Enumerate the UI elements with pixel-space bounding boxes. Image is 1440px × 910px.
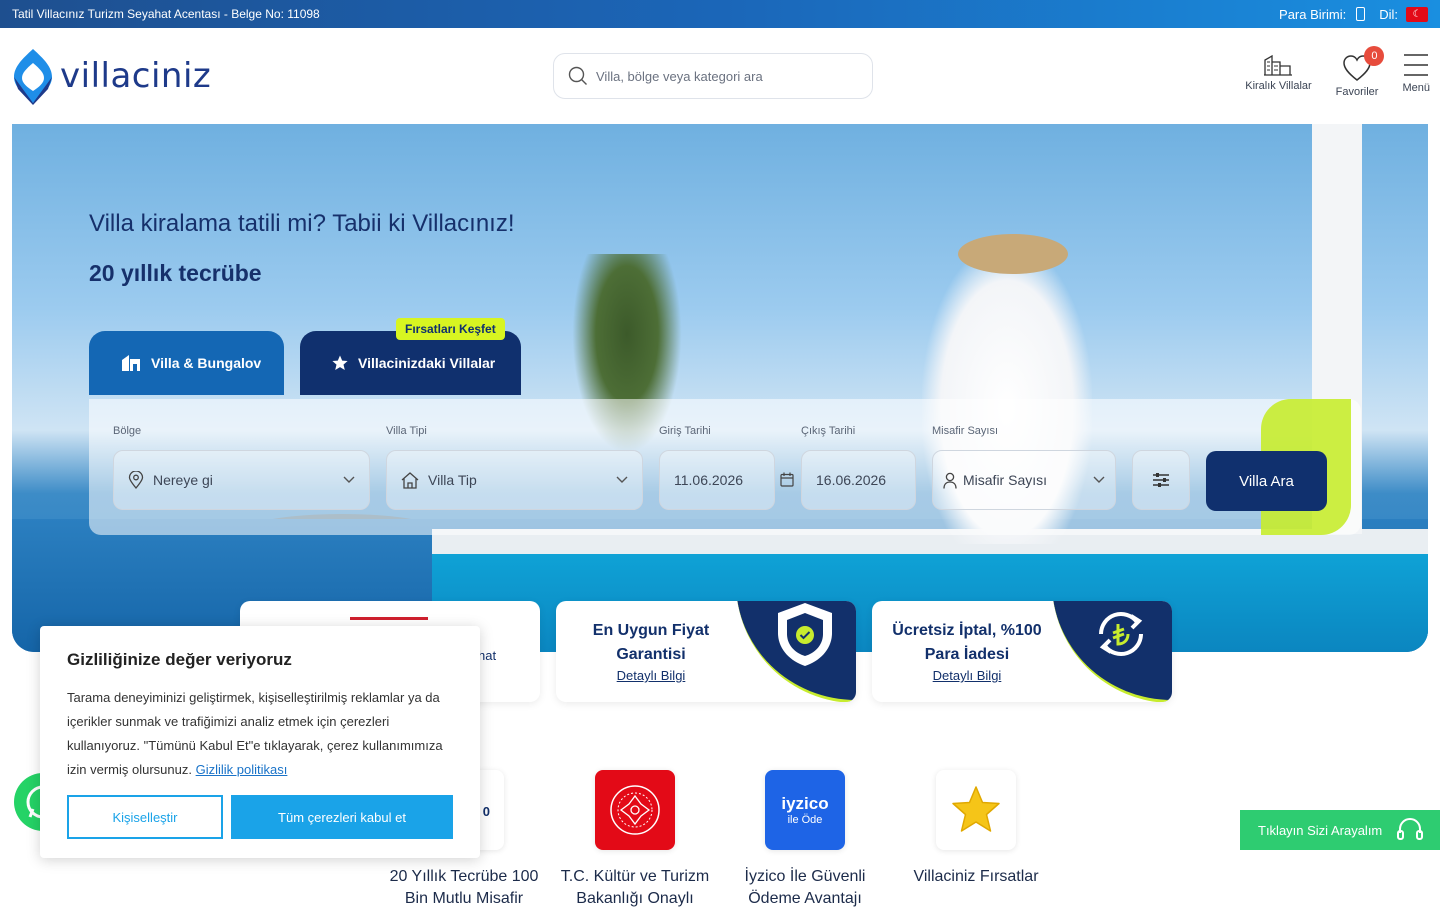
currency-selector[interactable]: Para Birimi: [1279,6,1366,22]
site-search[interactable]: Villa, bölge veya kategori ara [553,53,873,99]
badge-experience-caption: 20 Yıllık Tecrübe 100 Bin Mutlu Misafir [389,868,539,907]
tab-deals[interactable]: Villacinizdaki Villalar [300,331,521,395]
region-label: Bölge [113,425,142,437]
calendar-icon[interactable] [780,472,794,487]
badge-ministry-caption: T.C. Kültür ve Turizm Bakanlığı Onaylı [560,868,710,907]
badge-ministry[interactable] [595,770,675,850]
location-pin-icon [128,471,144,489]
feature-refund-link[interactable]: Detaylı Bilgi [872,668,1062,683]
cookie-title: Gizliliğinize değer veriyoruz [67,650,292,669]
guests-value: Misafir Sayısı [963,472,1048,488]
cookie-body: Tarama deneyiminizi geliştirmek, kişisel… [67,686,453,782]
language-selector[interactable]: Dil: ☾ [1379,6,1428,22]
accept-all-button[interactable]: Tüm çerezleri kabul et [231,795,453,839]
feature-card-refund[interactable]: Ücretsiz İptal, %100 Para İadesi Detaylı… [872,601,1172,702]
hat-image [958,234,1068,274]
rentals-link[interactable]: Kiralık Villalar [1245,54,1312,92]
turkish-flag-icon: ☾ [1406,6,1428,22]
favorites-label: Favoriler [1335,86,1379,98]
rentals-label: Kiralık Villalar [1245,80,1312,92]
feature-price-title: En Uygun Fiyat Garantisi [592,622,710,663]
chevron-down-icon [1093,476,1105,483]
badge-iyzico-caption: İyzico İle Güvenli Ödeme Avantajı [744,868,866,907]
iyzico-logo: iyzico [781,794,829,813]
feature-refund-circle [1052,601,1172,702]
hero-subtitle: 20 yıllık tecrübe [89,260,262,286]
checkin-value: 11.06.2026 [674,472,744,488]
guests-label: Misafir Sayısı [932,425,999,437]
gold-star-icon [952,786,1000,832]
feature-refund-title: Ücretsiz İptal, %100 Para İadesi [892,622,1042,663]
experience-logo: 0 [482,804,490,819]
favorites-count-badge: 0 [1364,46,1385,66]
shield-check-icon [778,602,832,666]
checkin-date-input[interactable]: 11.06.2026 [659,450,775,510]
villa-type-value: Villa Tip [428,472,477,488]
checkout-date-input[interactable]: 16.06.2026 [801,450,916,510]
currency-icon [1356,7,1366,21]
villa-icon [122,355,140,371]
language-label: Dil: [1379,6,1398,22]
search-input[interactable]: Villa, bölge veya kategori ara [596,69,763,84]
hero-title: Villa kiralama tatili mi? Tabii ki Villa… [89,210,515,237]
currency-label: Para Birimi: [1279,6,1347,22]
menu-label: Menü [1402,82,1430,94]
chevron-down-icon [616,476,628,483]
hero-banner: Villa kiralama tatili mi? Tabii ki Villa… [12,124,1428,652]
privacy-policy-link[interactable]: Gizlilik politikası [196,762,288,777]
iyzico-logo-sub: ile Öde [787,814,823,826]
tab-deals-label: Villacinizdaki Villalar [358,355,496,371]
call-me-button[interactable]: Tıklayın Sizi Arayalım [1240,810,1440,850]
feature-card-price[interactable]: En Uygun Fiyat Garantisi Detaylı Bilgi [556,601,856,702]
lira-refresh-icon [1099,611,1143,656]
deals-badge[interactable]: Fırsatları Keşfet [396,318,505,340]
home-icon [401,471,419,489]
checkout-label: Çıkış Tarihi [801,425,856,437]
favorites-link[interactable]: 0 Favoriler [1335,46,1385,98]
menu-button[interactable]: Menü [1402,52,1430,94]
person-icon [943,472,957,489]
feature-partial-text: hat [478,648,497,663]
region-select[interactable]: Nereye gi [113,450,370,510]
guests-select[interactable]: Misafir Sayısı [932,450,1116,510]
logo[interactable]: villaciniz [12,47,211,105]
site-header: villaciniz Villa, bölge veya kategori ar… [0,28,1440,124]
badge-iyzico[interactable]: iyzico ile Öde [765,770,845,850]
checkout-value: 16.06.2026 [816,472,887,488]
region-value: Nereye gi [153,472,213,488]
sliders-icon [1153,473,1169,487]
logo-pin-icon [14,49,52,105]
agency-info: Tatil Villacınız Turizm Seyahat Acentası… [12,7,320,21]
villa-type-select[interactable]: Villa Tip [386,450,643,510]
villa-search-button[interactable]: Villa Ara [1206,451,1327,511]
feature-price-link[interactable]: Detaylı Bilgi [556,668,746,683]
hamburger-icon [1404,54,1429,76]
type-label: Villa Tipi [386,425,427,437]
feature-price-circle [736,601,856,702]
tab-villa-bungalow[interactable]: Villa & Bungalov [89,331,284,395]
logo-text: villaciniz [60,56,212,96]
ministry-seal-icon [610,785,660,835]
badge-deals[interactable] [936,770,1016,850]
customize-button[interactable]: Kişiselleştir [67,795,223,839]
star-icon [332,355,348,370]
search-icon [568,66,587,85]
checkin-label: Giriş Tarihi [659,425,711,437]
headset-icon [1397,818,1424,840]
call-me-label: Tıklayın Sizi Arayalım [1258,822,1383,838]
buildings-icon [1264,54,1293,76]
badge-deals-caption: Villaciniz Fırsatlar [913,868,1039,885]
cookie-banner: Gizliliğinize değer veriyoruz Tarama den… [40,626,480,858]
chevron-down-icon [343,476,355,483]
tab-villa-label: Villa & Bungalov [151,355,262,371]
top-bar: Tatil Villacınız Turizm Seyahat Acentası… [0,0,1440,28]
filter-button[interactable] [1132,450,1190,510]
